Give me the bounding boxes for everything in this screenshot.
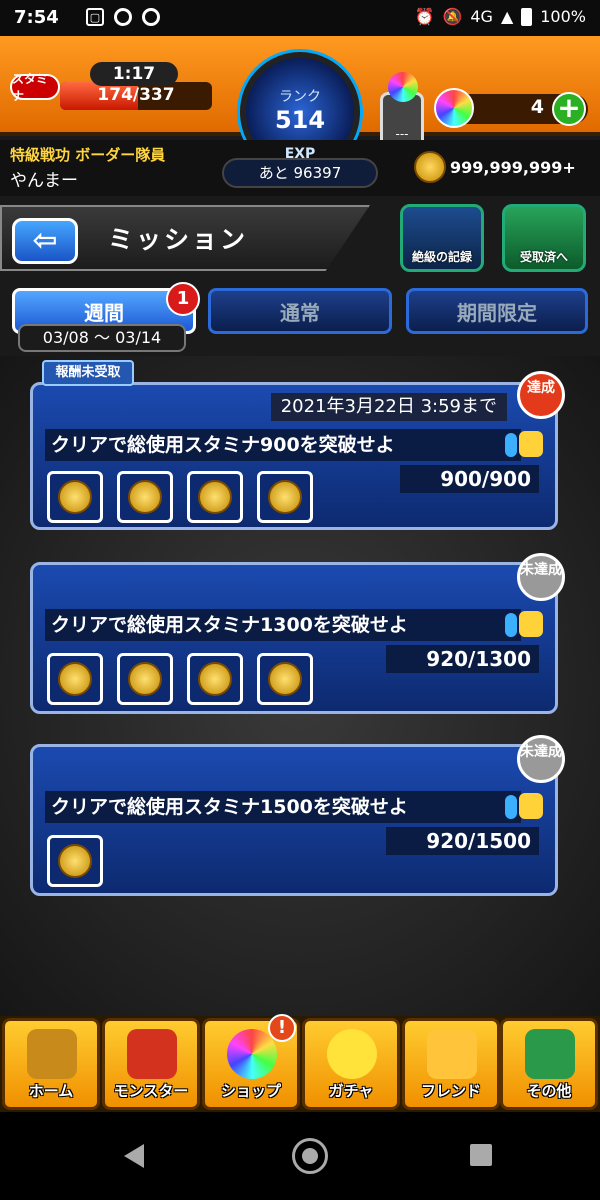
shop-orb-icon: [227, 1029, 277, 1079]
reward-coin-icon: [47, 653, 103, 705]
chrome-icon: [114, 8, 132, 26]
multiplayer-icon: [505, 611, 543, 639]
record-button[interactable]: 絶級の記録: [400, 204, 484, 272]
player-title: 特級戦功 ボーダー隊員: [10, 146, 166, 164]
home-icon: [27, 1029, 77, 1079]
shop-alert-badge: !: [268, 1014, 296, 1042]
battery-percent: 100%: [540, 7, 586, 26]
claimed-button[interactable]: 受取済へ: [502, 204, 586, 272]
mission-card[interactable]: 2021年3月22日 3:59まで 達成 クリアで総使用スタミナ900を突破せよ…: [30, 371, 565, 530]
notification-icons: ▢: [86, 8, 160, 26]
nav-monster[interactable]: モンスター: [102, 1018, 200, 1110]
battery-icon: [521, 7, 533, 26]
bottom-nav: ホーム モンスター ショップ ガチャ フレンド その他: [0, 1016, 600, 1112]
monster-icon: [127, 1029, 177, 1079]
network-label: 4G: [470, 7, 493, 26]
gacha-egg-icon: [327, 1029, 377, 1079]
orb-count: 4: [530, 96, 544, 118]
nav-other[interactable]: その他: [500, 1018, 598, 1110]
rank-label: ランク: [279, 89, 321, 105]
page-title: ミッション: [108, 225, 249, 254]
alarm-icon: ⏰: [414, 7, 435, 26]
back-button[interactable]: ⇦: [12, 218, 78, 264]
mission-card[interactable]: 未達成 クリアで総使用スタミナ1300を突破せよ 920/1300: [30, 553, 565, 714]
app-screen: 7:54 ▢ ⏰ 🔕 4G ▲ 100% スタミナ 1:17 174/337 ラ…: [0, 0, 600, 1200]
reward-coin-icon: [257, 471, 313, 523]
mission-progress: 900/900: [400, 465, 539, 493]
nav-shop-label: ショップ: [220, 1082, 281, 1100]
stamina-badge: スタミナ: [10, 72, 60, 103]
record-label: 絶級の記録: [411, 250, 472, 264]
reward-coin-icon: [187, 653, 243, 705]
stamina-value: 174/337: [97, 85, 175, 105]
nav-gacha[interactable]: ガチャ: [302, 1018, 400, 1110]
nav-friend-label: フレンド: [420, 1082, 481, 1100]
exp-remaining: あと 96397: [258, 164, 342, 182]
system-recents-button[interactable]: [470, 1144, 492, 1166]
orb-icon: [434, 88, 474, 128]
reward-row: [47, 471, 313, 523]
stamina-timer: 1:17: [90, 62, 178, 86]
mission-progress: 920/1300: [386, 645, 539, 673]
friend-icon: [427, 1029, 477, 1079]
coin-count: 999,999,999+: [450, 158, 576, 177]
tab-normal[interactable]: 通常: [208, 288, 392, 334]
nav-monster-label: モンスター: [113, 1082, 189, 1100]
mission-progress: 920/1500: [386, 827, 539, 855]
tab-notification-badge: 1: [166, 282, 200, 316]
system-nav-bar: [0, 1112, 600, 1200]
mission-deadline: 2021年3月22日 3:59まで: [270, 393, 507, 421]
reward-coin-icon: [187, 471, 243, 523]
reward-coin-icon: [47, 471, 103, 523]
reward-coin-icon: [117, 653, 173, 705]
gem-orb-icon: [388, 72, 418, 102]
app-icon: [142, 8, 160, 26]
game-header: スタミナ 1:17 174/337 ランク 514 --- 4 +: [0, 36, 600, 172]
mute-icon: 🔕: [442, 7, 463, 26]
page-nav: ⇦ ミッション 絶級の記録 受取済へ: [0, 200, 600, 280]
mission-card[interactable]: 未達成 クリアで総使用スタミナ1500を突破せよ 920/1500: [30, 735, 565, 896]
add-orb-button[interactable]: +: [552, 92, 586, 126]
player-name: やんまー: [10, 171, 78, 191]
nav-home[interactable]: ホーム: [2, 1018, 100, 1110]
player-info: 特級戦功 ボーダー隊員 やんまー EXP あと 96397 999,999,99…: [0, 140, 600, 196]
multiplayer-icon: [505, 431, 543, 459]
not-achieved-stamp: 未達成: [517, 553, 565, 601]
nav-friend[interactable]: フレンド: [402, 1018, 500, 1110]
status-bar: 7:54 ▢ ⏰ 🔕 4G ▲ 100%: [0, 0, 600, 36]
not-achieved-stamp: 未達成: [517, 735, 565, 783]
signal-icon: ▲: [500, 7, 514, 26]
coin-icon: [414, 151, 446, 183]
save-icon: ▢: [86, 8, 104, 26]
clock: 7:54: [14, 7, 59, 28]
mission-text: クリアで総使用スタミナ1500を突破せよ: [45, 791, 521, 823]
nav-other-label: その他: [526, 1082, 572, 1100]
tab-limited[interactable]: 期間限定: [406, 288, 588, 334]
reward-coin-icon: [47, 835, 103, 887]
rank-value: 514: [274, 106, 326, 134]
nav-gacha-label: ガチャ: [328, 1082, 374, 1100]
left-arrow-icon: ⇦: [32, 223, 58, 258]
week-dates: 03/08 ～ 03/14: [18, 324, 186, 352]
reward-coin-icon: [117, 471, 173, 523]
exp-label: EXP: [284, 146, 316, 162]
multiplayer-icon: [505, 793, 543, 821]
reward-row: [47, 653, 313, 705]
reward-row: [47, 835, 103, 887]
other-icon: [525, 1029, 575, 1079]
system-home-button[interactable]: [292, 1138, 328, 1174]
mission-text: クリアで総使用スタミナ1300を突破せよ: [45, 609, 521, 641]
mission-text: クリアで総使用スタミナ900を突破せよ: [45, 429, 521, 461]
system-icons: ⏰ 🔕 4G ▲ 100%: [415, 7, 586, 26]
exp-display: EXP あと 96397: [222, 146, 378, 188]
unclaimed-tag: 報酬未受取: [42, 360, 134, 386]
reward-coin-icon: [257, 653, 313, 705]
tab-bar: 週間 通常 期間限定 03/08 ～ 03/14 1: [0, 282, 600, 352]
claimed-label: 受取済へ: [519, 250, 568, 264]
system-back-button[interactable]: [124, 1144, 144, 1168]
achieved-stamp: 達成: [517, 371, 565, 419]
nav-home-label: ホーム: [28, 1082, 74, 1100]
